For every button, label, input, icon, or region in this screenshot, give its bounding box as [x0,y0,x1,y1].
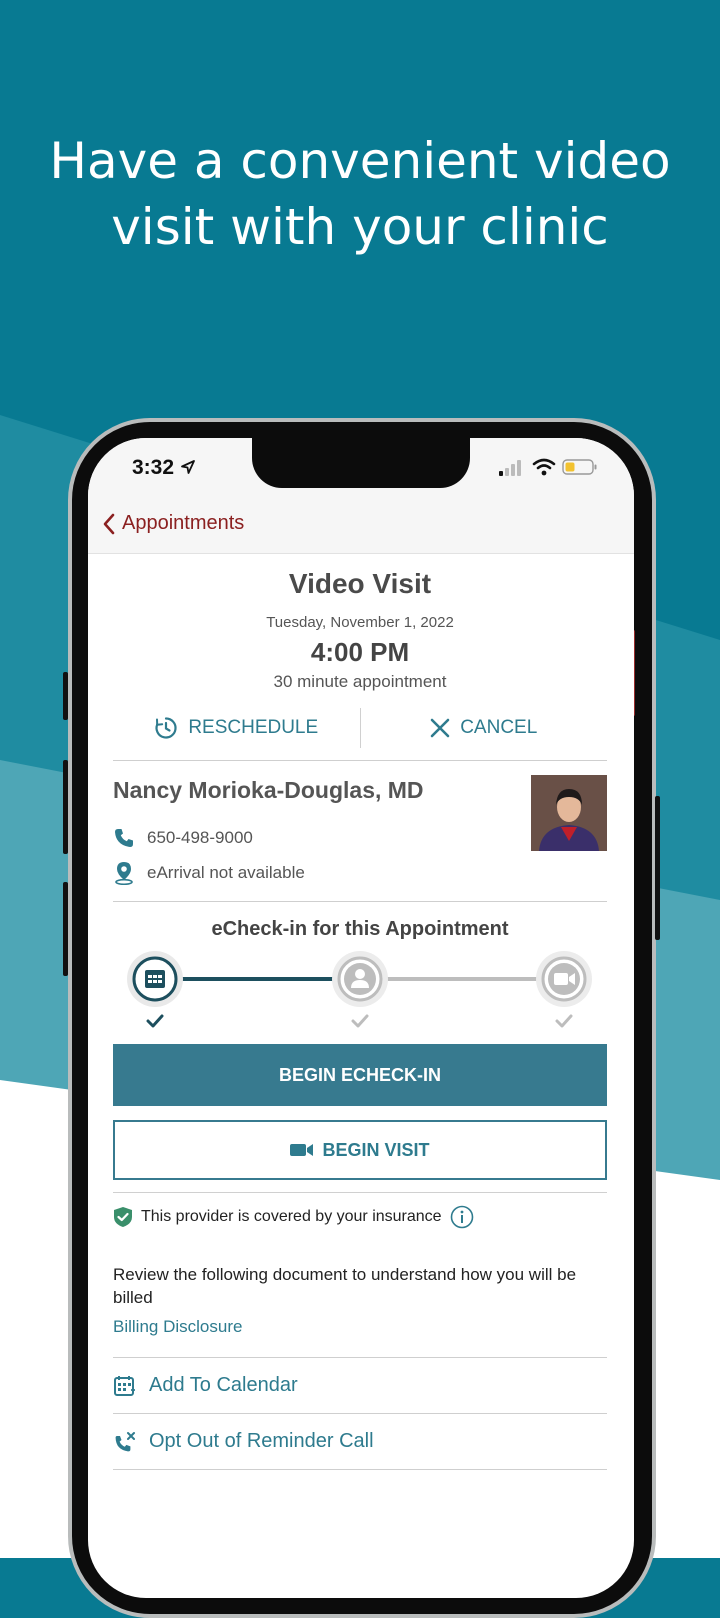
shield-check-icon [114,1207,132,1227]
provider-card: Nancy Morioka-Douglas, MD 650-498-9000 e… [113,761,607,902]
earrival-row: eArrival not available [113,861,305,885]
headline-line-2: visit with your clinic [111,198,609,256]
calendar-add-icon [114,1375,135,1396]
info-icon[interactable] [450,1205,474,1229]
echeckin-title: eCheck-in for this Appointment [211,918,509,940]
page-title: Video Visit [288,568,432,599]
opt-out-label: Opt Out of Reminder Call [149,1430,374,1452]
step-check-1 [146,1014,164,1028]
phone-screen: 3:32 Appointments Video Visit Tuesday, N… [88,438,634,1598]
begin-echeckin-button[interactable]: BEGIN ECHECK-IN [113,1044,607,1106]
cancel-button[interactable]: CANCEL [361,708,608,748]
provider-name: Nancy Morioka-Douglas, MD [113,777,424,803]
notch [252,438,470,488]
step-check-3 [555,1014,573,1028]
billing-disclosure-link[interactable]: Billing Disclosure [113,1317,607,1337]
step-video [536,951,592,1028]
insurance-text: This provider is covered by your insuran… [141,1208,442,1225]
cancel-label: CANCEL [460,717,538,738]
close-icon [430,718,450,738]
opt-out-reminder-row[interactable]: Opt Out of Reminder Call [113,1413,607,1470]
provider-phone: 650-498-9000 [147,828,253,847]
begin-echeckin-label: BEGIN ECHECK-IN [278,1064,441,1085]
back-label: Appointments [122,512,245,534]
battery-icon [562,459,597,475]
appointment-content: Video Visit Tuesday, November 1, 2022 4:… [113,554,607,1470]
appointment-time: 4:00 PM [310,637,410,667]
chevron-left-icon [103,513,115,534]
location-pin-icon [115,862,133,885]
appointment-date: Tuesday, November 1, 2022 [266,614,454,631]
side-button-power [655,796,660,940]
appointment-duration: 30 minute appointment [273,672,447,691]
provider-phone-row[interactable]: 650-498-9000 [113,827,253,849]
clock-icon [155,717,177,739]
phone-icon [115,829,133,847]
status-time: 3:32 [132,456,196,480]
earrival-status: eArrival not available [147,863,305,882]
nav-bar: Appointments [88,508,634,554]
phone-cancel-icon [115,1431,135,1451]
appointment-actions: RESCHEDULE CANCEL [113,708,607,761]
side-button-silent [63,672,68,720]
step-calendar [127,951,183,1028]
begin-visit-label: BEGIN VISIT [322,1139,430,1160]
step-check-2 [351,1014,369,1028]
side-button-volume-up [63,760,68,854]
echeckin-progress [127,951,592,1028]
add-to-calendar-label: Add To Calendar [149,1374,298,1396]
add-to-calendar-row[interactable]: Add To Calendar [113,1357,607,1413]
billing-text: Review the following document to underst… [113,1265,577,1307]
wifi-icon [532,458,556,476]
provider-photo [531,775,607,851]
begin-visit-button[interactable]: BEGIN VISIT [113,1120,607,1180]
location-arrow-icon [180,460,195,474]
video-camera-icon [290,1144,314,1156]
side-button-volume-down [63,882,68,976]
insurance-notice: This provider is covered by your insuran… [113,1192,607,1229]
back-button[interactable]: Appointments [102,512,244,535]
headline: Have a convenient video visit with your … [0,128,720,260]
reschedule-label: RESCHEDULE [188,717,319,738]
signal-icon [499,460,521,476]
reschedule-button[interactable]: RESCHEDULE [113,708,360,748]
calendar-icon [145,970,165,988]
headline-line-1: Have a convenient video [49,132,671,190]
step-person [332,951,388,1028]
